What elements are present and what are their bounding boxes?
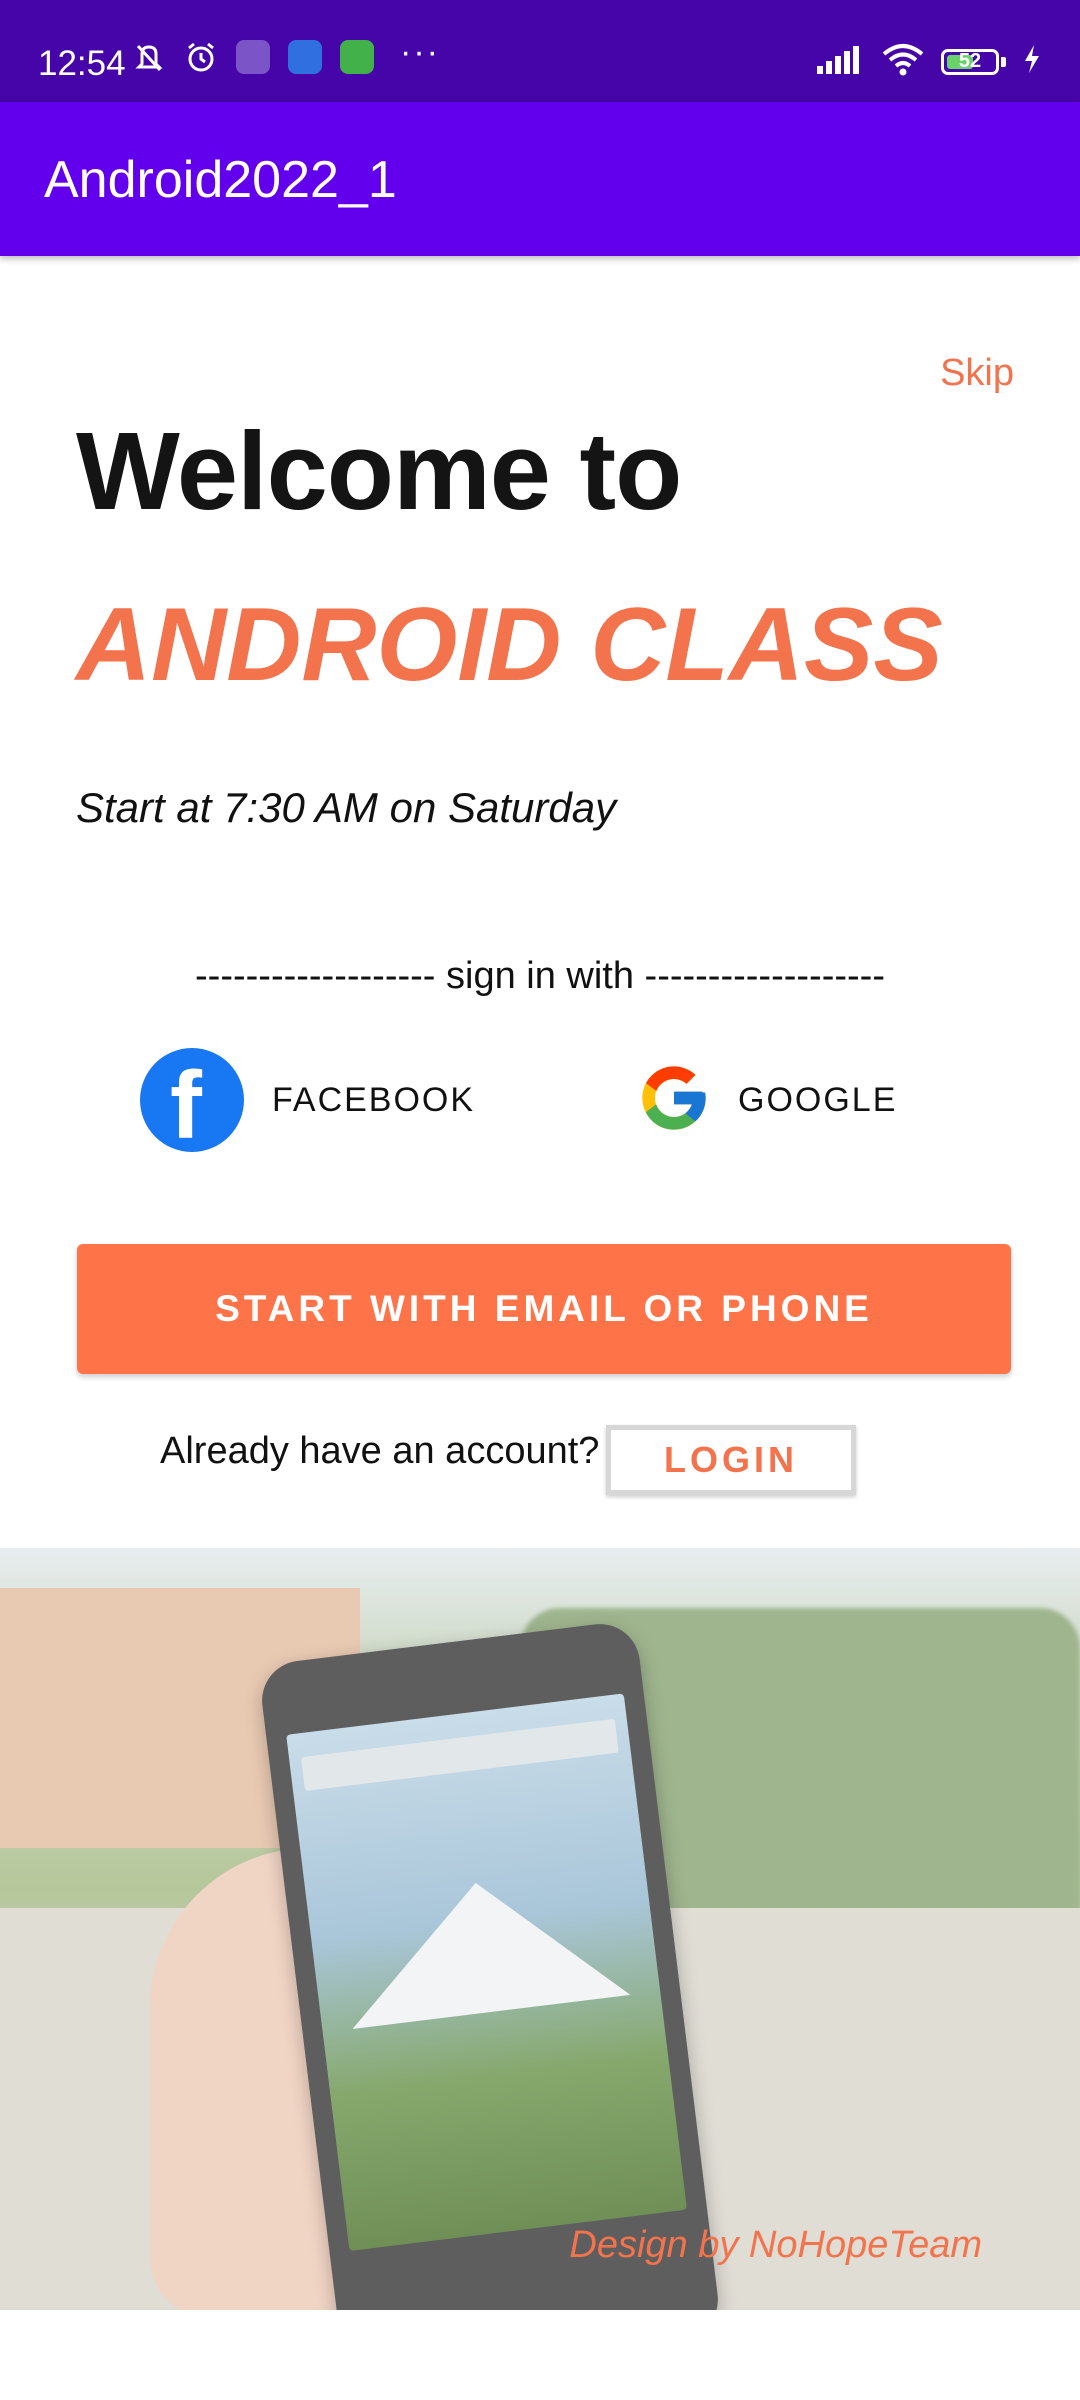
battery-icon: 52 <box>941 48 999 75</box>
start-with-email-label: START WITH EMAIL OR PHONE <box>215 1288 873 1329</box>
facebook-label: FACEBOOK <box>272 1080 476 1119</box>
mute-icon <box>132 40 166 74</box>
android-app-icon <box>340 40 374 74</box>
app-title: Android2022_1 <box>44 151 397 209</box>
design-credit: Design by NoHopeTeam <box>569 2224 982 2266</box>
schedule-text: Start at 7:30 AM on Saturday <box>76 784 617 831</box>
hero-image <box>0 1548 1080 2310</box>
more-notifications-icon: ··· <box>400 32 440 71</box>
phone-screen <box>286 1693 688 2251</box>
system-icons: 52 <box>815 42 1042 81</box>
signal-icon <box>815 44 865 79</box>
viber-icon <box>236 40 270 74</box>
start-with-email-button[interactable]: START WITH EMAIL OR PHONE <box>77 1244 1011 1374</box>
google-signin-button[interactable]: GOOGLE <box>636 1048 897 1152</box>
google-icon <box>636 1058 712 1143</box>
google-label: GOOGLE <box>738 1080 898 1119</box>
account-prompt: Already have an account? <box>160 1430 600 1472</box>
messages-icon <box>288 40 322 74</box>
welcome-heading: Welcome to <box>76 410 682 533</box>
login-label: LOGIN <box>664 1439 798 1480</box>
login-button[interactable]: LOGIN <box>606 1425 856 1495</box>
skip-link[interactable]: Skip <box>940 352 1014 395</box>
sign-in-divider: ------------------- sign in with -------… <box>195 955 885 997</box>
alarm-icon <box>184 40 218 74</box>
phone-wallpaper-mountain <box>336 1865 631 2029</box>
phone-search-bar <box>301 1718 619 1791</box>
class-title: ANDROID CLASS <box>76 587 943 703</box>
charging-icon <box>1022 44 1042 79</box>
status-time: 12:54 <box>38 44 126 83</box>
battery-level: 52 <box>958 50 982 72</box>
battery-cap <box>1001 56 1006 67</box>
app-bar: Android2022_1 <box>0 102 1080 256</box>
status-bar: 12:54 ··· 52 <box>0 0 1080 102</box>
notification-icons: ··· <box>132 33 440 74</box>
facebook-icon: f <box>140 1048 244 1152</box>
facebook-signin-button[interactable]: f FACEBOOK <box>140 1048 475 1152</box>
wifi-icon <box>881 42 925 81</box>
